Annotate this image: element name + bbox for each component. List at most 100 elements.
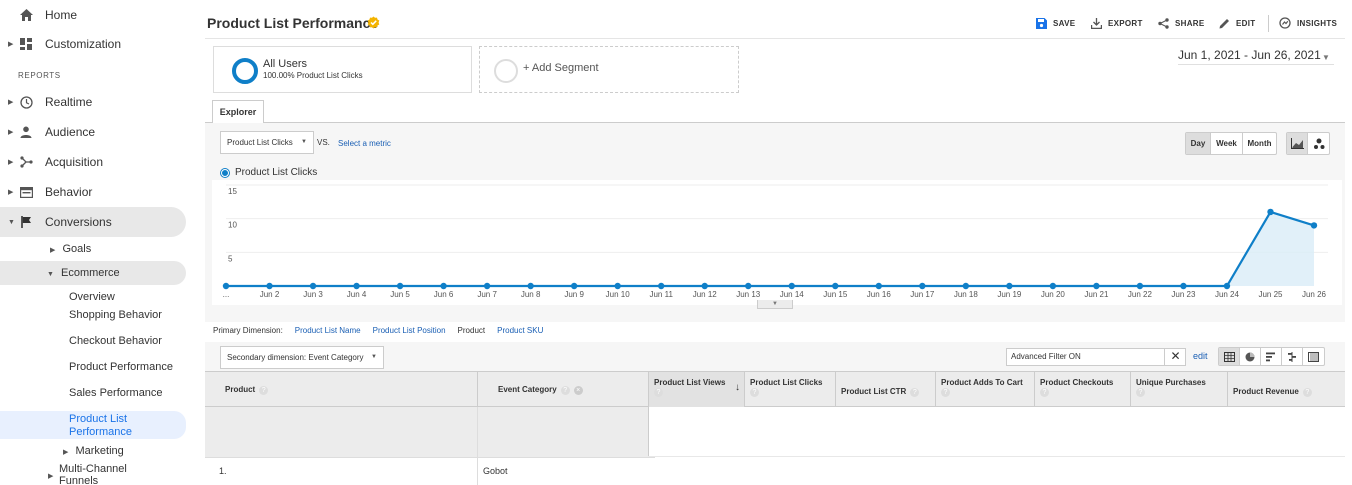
week-button[interactable]: Week (1211, 133, 1243, 154)
x-tick-label: Jun 6 (434, 290, 454, 299)
save-button[interactable]: SAVE (1035, 17, 1075, 29)
column-header-product[interactable]: Product? (205, 372, 478, 407)
x-tick-label: Jun 9 (564, 290, 584, 299)
segment-detail: 100.00% Product List Clicks (263, 71, 363, 80)
help-icon[interactable]: ? (941, 388, 950, 397)
share-button[interactable]: SHARE (1157, 17, 1205, 29)
line-chart-button[interactable] (1287, 133, 1308, 154)
sidebar-item-marketing[interactable]: ▶ Marketing (63, 445, 124, 457)
column-header-product-list-views[interactable]: Product List Views ↓ ? (649, 372, 745, 407)
sidebar: Home ▶ Customization REPORTS ▶ Realtime … (0, 0, 190, 485)
close-icon[interactable]: ✕ (1164, 348, 1186, 366)
sidebar-item-overview[interactable]: Overview (69, 291, 179, 304)
help-icon[interactable]: ? (560, 386, 570, 395)
sidebar-item-customization[interactable]: ▶ Customization (0, 29, 186, 59)
collapse-arrow-icon: ▼ (47, 271, 54, 278)
column-header-product-revenue[interactable]: Product Revenue? (1228, 372, 1345, 407)
sidebar-item-home[interactable]: Home (0, 0, 186, 30)
term-cloud-view-button[interactable] (1303, 348, 1324, 365)
edit-button[interactable]: EDIT (1218, 17, 1255, 29)
insights-button[interactable]: INSIGHTS (1279, 17, 1337, 29)
chevron-down-icon[interactable]: ▼ (1322, 53, 1330, 62)
sidebar-item-label: Audience (45, 125, 96, 139)
help-icon[interactable]: ? (259, 386, 269, 395)
sidebar-item-label: Behavior (45, 185, 93, 199)
data-point (875, 282, 882, 290)
x-tick-label: Jun 5 (390, 290, 410, 299)
table-row[interactable] (205, 457, 655, 485)
save-label: SAVE (1053, 18, 1076, 28)
x-tick-label: Jun 3 (303, 290, 323, 299)
data-point (1310, 222, 1318, 229)
help-icon[interactable]: ? (654, 388, 663, 397)
data-point (483, 282, 491, 290)
help-icon[interactable]: ? (1040, 388, 1049, 397)
sidebar-item-behavior[interactable]: ▶ Behavior (0, 177, 186, 207)
sidebar-item-shopping-behavior[interactable]: Shopping Behavior (69, 309, 179, 322)
event-category-cell[interactable]: Gobot (483, 466, 508, 476)
help-icon[interactable]: ? (750, 388, 759, 397)
column-header-product-list-ctr[interactable]: Product List CTR? (836, 372, 936, 407)
column-divider (477, 407, 478, 457)
sidebar-item-ecommerce[interactable]: ▼ Ecommerce (47, 267, 120, 279)
sidebar-item-sales-performance[interactable]: Sales Performance (69, 387, 179, 400)
select-metric-link[interactable]: Select a metric (338, 139, 391, 148)
column-header-product-adds-to-cart[interactable]: Product Adds To Cart ? (936, 372, 1035, 407)
expand-arrow-icon: ▶ (50, 247, 56, 254)
dimension-product-list-position[interactable]: Product List Position (373, 326, 446, 335)
sidebar-item-conversions[interactable]: ▼ Conversions (0, 207, 186, 237)
export-button[interactable]: EXPORT (1090, 17, 1143, 29)
help-icon[interactable]: ? (1302, 388, 1312, 397)
tab-explorer[interactable]: Explorer (212, 100, 264, 123)
day-button[interactable]: Day (1186, 133, 1211, 154)
sidebar-item-acquisition[interactable]: ▶ Acquisition (0, 147, 186, 177)
sidebar-item-goals[interactable]: ▶ Goals (50, 243, 91, 255)
x-tick-label: Jun 24 (1215, 290, 1240, 299)
add-segment-label: + Add Segment (523, 62, 599, 74)
insights-label: INSIGHTS (1297, 18, 1338, 28)
comparison-view-button[interactable] (1282, 348, 1303, 365)
pie-view-button[interactable] (1240, 348, 1261, 365)
help-icon[interactable]: ? (910, 388, 920, 397)
sidebar-item-product-performance[interactable]: Product Performance (69, 361, 179, 374)
column-header-product-list-clicks[interactable]: Product List Clicks ? (745, 372, 836, 407)
column-header-event-category[interactable]: Event Category? × (478, 372, 649, 407)
chart-legend: Product List Clicks (221, 167, 317, 178)
column-header-label: Unique Purchases (1136, 378, 1206, 387)
date-range-picker[interactable]: Jun 1, 2021 - Jun 26, 2021 (1178, 48, 1321, 62)
expand-arrow-icon: ▶ (8, 159, 14, 166)
month-button[interactable]: Month (1243, 133, 1276, 154)
x-tick-label: Jun 22 (1128, 290, 1153, 299)
chart-resize-grip-icon[interactable]: ▼ (757, 300, 793, 309)
segment-all-users[interactable]: All Users 100.00% Product List Clicks (213, 46, 472, 93)
column-header-label: Product Checkouts (1040, 378, 1114, 387)
filter-edit-link[interactable]: edit (1193, 351, 1208, 361)
dimension-product-list-name[interactable]: Product List Name (295, 326, 361, 335)
column-header-unique-purchases[interactable]: Unique Purchases ? (1131, 372, 1228, 407)
expand-arrow-icon: ▶ (63, 449, 69, 456)
sidebar-item-checkout-behavior[interactable]: Checkout Behavior (69, 335, 179, 348)
performance-view-button[interactable] (1261, 348, 1282, 365)
sidebar-item-label: Multi-Channel Funnels (59, 463, 127, 485)
secondary-dimension-dropdown[interactable]: Secondary dimension: Event Category ▼ (220, 346, 384, 369)
sidebar-item-realtime[interactable]: ▶ Realtime (0, 87, 186, 117)
sidebar-item-label: Ecommerce (61, 267, 120, 279)
filter-input[interactable]: Advanced Filter ON (1006, 348, 1186, 366)
motion-chart-button[interactable] (1308, 133, 1329, 154)
data-table-view-button[interactable] (1219, 348, 1240, 365)
remove-column-icon[interactable]: × (573, 386, 583, 395)
column-divider (477, 457, 478, 485)
bar-chart-icon (1266, 352, 1275, 361)
data-point (1180, 282, 1187, 290)
x-tick-label: Jun 17 (910, 290, 935, 299)
x-tick-label: ... (223, 290, 230, 299)
sidebar-item-product-list-performance[interactable]: Product List Performance (69, 413, 179, 439)
data-point (570, 282, 578, 290)
help-icon[interactable]: ? (1136, 388, 1145, 397)
column-header-product-checkouts[interactable]: Product Checkouts ? (1035, 372, 1131, 407)
dimension-product-sku[interactable]: Product SKU (497, 326, 543, 335)
sidebar-item-audience[interactable]: ▶ Audience (0, 117, 186, 147)
metric-dropdown[interactable]: Product List Clicks ▼ (220, 131, 314, 154)
dimension-product[interactable]: Product (458, 326, 486, 335)
add-segment-button[interactable]: + Add Segment (479, 46, 739, 93)
